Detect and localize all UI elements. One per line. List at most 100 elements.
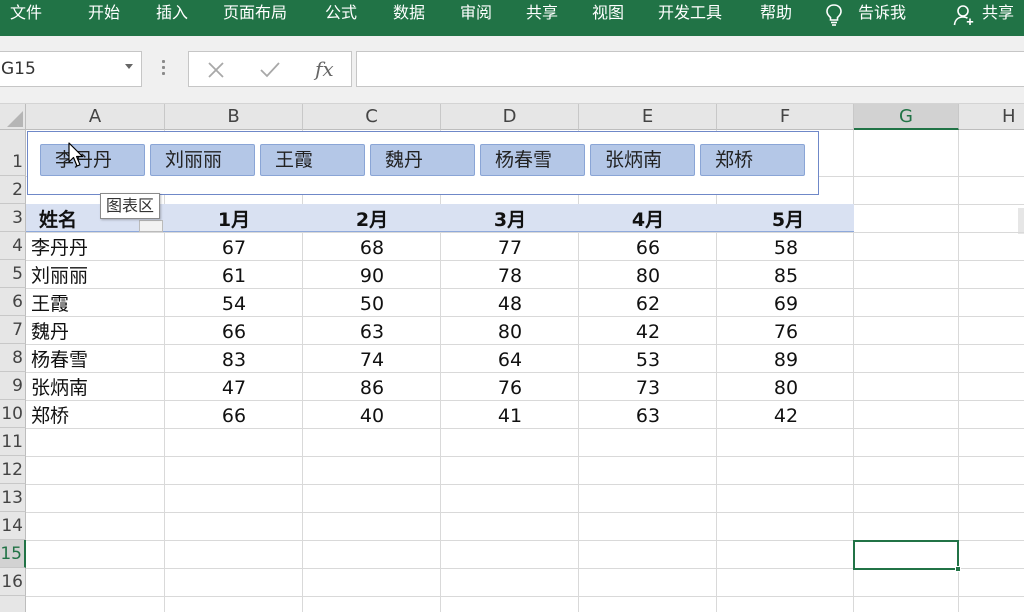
tab-insert[interactable]: 插入 bbox=[156, 0, 188, 28]
table-cell[interactable]: 41 bbox=[441, 402, 579, 430]
tell-me-search[interactable]: 告诉我 bbox=[858, 0, 906, 28]
table-header-may[interactable]: 5月 bbox=[717, 206, 859, 234]
tab-page-layout[interactable]: 页面布局 bbox=[223, 0, 287, 28]
active-cell-g15[interactable] bbox=[853, 540, 961, 572]
table-cell[interactable]: 86 bbox=[303, 374, 441, 402]
row-header-8[interactable]: 8 bbox=[0, 344, 26, 372]
slicer-item-zheng-qiao[interactable]: 郑桥 bbox=[700, 144, 805, 176]
tab-review[interactable]: 审阅 bbox=[460, 0, 492, 28]
column-header-f[interactable]: F bbox=[717, 104, 854, 130]
table-cell[interactable]: 42 bbox=[717, 402, 855, 430]
tab-data[interactable]: 数据 bbox=[393, 0, 425, 28]
table-cell-name[interactable]: 王霞 bbox=[31, 290, 69, 318]
row-header-16[interactable]: 16 bbox=[0, 568, 26, 596]
row-header-9[interactable]: 9 bbox=[0, 372, 26, 400]
table-cell[interactable]: 76 bbox=[717, 318, 855, 346]
table-cell-name[interactable]: 杨春雪 bbox=[31, 346, 88, 374]
table-cell[interactable]: 63 bbox=[579, 402, 717, 430]
name-box[interactable]: G15 bbox=[0, 51, 142, 87]
table-cell[interactable]: 67 bbox=[165, 234, 303, 262]
table-header-name[interactable]: 姓名 bbox=[36, 206, 80, 234]
row-header-15[interactable]: 15 bbox=[0, 540, 26, 568]
slicer-item-li-dandan[interactable]: 李丹丹 bbox=[40, 144, 145, 176]
table-cell[interactable]: 80 bbox=[579, 262, 717, 290]
table-cell[interactable]: 63 bbox=[303, 318, 441, 346]
row-header-3[interactable]: 3 bbox=[0, 204, 26, 232]
table-cell[interactable]: 47 bbox=[165, 374, 303, 402]
row-header-10[interactable]: 10 bbox=[0, 400, 26, 428]
table-cell[interactable]: 48 bbox=[441, 290, 579, 318]
table-cell[interactable]: 90 bbox=[303, 262, 441, 290]
table-cell[interactable]: 42 bbox=[579, 318, 717, 346]
tab-file[interactable]: 文件 bbox=[10, 0, 42, 28]
fx-icon[interactable]: fx bbox=[315, 57, 334, 81]
table-cell[interactable]: 54 bbox=[165, 290, 303, 318]
table-cell[interactable]: 85 bbox=[717, 262, 855, 290]
table-cell-name[interactable]: 郑桥 bbox=[31, 402, 69, 430]
table-cell[interactable]: 66 bbox=[579, 234, 717, 262]
column-header-c[interactable]: C bbox=[303, 104, 441, 130]
tab-view[interactable]: 视图 bbox=[592, 0, 624, 28]
table-cell[interactable]: 61 bbox=[165, 262, 303, 290]
table-cell[interactable]: 76 bbox=[441, 374, 579, 402]
slicer-item-wei-dan[interactable]: 魏丹 bbox=[370, 144, 475, 176]
row-header-1[interactable]: 1 bbox=[0, 148, 26, 176]
column-header-e[interactable]: E bbox=[579, 104, 717, 130]
table-cell[interactable]: 78 bbox=[441, 262, 579, 290]
tab-help[interactable]: 帮助 bbox=[760, 0, 792, 28]
slicer-item-wang-xia[interactable]: 王霞 bbox=[260, 144, 365, 176]
table-cell[interactable]: 73 bbox=[579, 374, 717, 402]
tab-formulas[interactable]: 公式 bbox=[325, 0, 357, 28]
table-cell[interactable]: 80 bbox=[717, 374, 855, 402]
table-cell-name[interactable]: 刘丽丽 bbox=[31, 262, 88, 290]
slicer-item-yang-chunxue[interactable]: 杨春雪 bbox=[480, 144, 585, 176]
row-header-12[interactable]: 12 bbox=[0, 456, 26, 484]
row-header-5[interactable]: 5 bbox=[0, 260, 26, 288]
table-cell-name[interactable]: 张炳南 bbox=[31, 374, 88, 402]
table-cell[interactable]: 80 bbox=[441, 318, 579, 346]
row-header-2[interactable]: 2 bbox=[0, 176, 26, 204]
table-header-jan[interactable]: 1月 bbox=[165, 206, 303, 234]
table-cell[interactable]: 89 bbox=[717, 346, 855, 374]
table-cell[interactable]: 50 bbox=[303, 290, 441, 318]
tab-home[interactable]: 开始 bbox=[88, 0, 120, 28]
tab-developer[interactable]: 开发工具 bbox=[658, 0, 722, 28]
table-cell[interactable]: 53 bbox=[579, 346, 717, 374]
name-slicer[interactable]: 李丹丹 刘丽丽 王霞 魏丹 杨春雪 张炳南 郑桥 bbox=[27, 131, 819, 195]
column-header-a[interactable]: A bbox=[26, 104, 165, 130]
chevron-down-icon[interactable] bbox=[125, 64, 133, 69]
table-cell[interactable]: 66 bbox=[165, 318, 303, 346]
table-cell[interactable]: 74 bbox=[303, 346, 441, 374]
slicer-item-zhang-bingnan[interactable]: 张炳南 bbox=[590, 144, 695, 176]
filter-dropdown-button[interactable] bbox=[139, 220, 163, 232]
lightbulb-icon[interactable] bbox=[824, 3, 844, 27]
column-header-g[interactable]: G bbox=[854, 104, 959, 130]
fill-handle[interactable] bbox=[955, 566, 961, 572]
table-header-feb[interactable]: 2月 bbox=[303, 206, 441, 234]
user-add-icon[interactable] bbox=[953, 4, 975, 26]
table-cell[interactable]: 64 bbox=[441, 346, 579, 374]
check-icon[interactable] bbox=[259, 61, 281, 79]
row-header-4[interactable]: 4 bbox=[0, 232, 26, 260]
table-cell[interactable]: 69 bbox=[717, 290, 855, 318]
worksheet-grid[interactable]: A B C D E F G H 1 2 3 4 5 6 7 8 9 10 11 … bbox=[0, 104, 1024, 612]
table-cell[interactable]: 66 bbox=[165, 402, 303, 430]
table-cell-name[interactable]: 魏丹 bbox=[31, 318, 69, 346]
formula-input[interactable] bbox=[356, 51, 1024, 87]
table-cell-name[interactable]: 李丹丹 bbox=[31, 234, 88, 262]
row-header-6[interactable]: 6 bbox=[0, 288, 26, 316]
row-header-7[interactable]: 7 bbox=[0, 316, 26, 344]
column-header-d[interactable]: D bbox=[441, 104, 579, 130]
table-header-mar[interactable]: 3月 bbox=[441, 206, 579, 234]
drag-handle-icon[interactable] bbox=[162, 58, 166, 80]
table-cell[interactable]: 68 bbox=[303, 234, 441, 262]
share-button[interactable]: 共享 bbox=[982, 0, 1014, 28]
row-header-11[interactable]: 11 bbox=[0, 428, 26, 456]
row-header-14[interactable]: 14 bbox=[0, 512, 26, 540]
column-header-b[interactable]: B bbox=[165, 104, 303, 130]
table-cell[interactable]: 77 bbox=[441, 234, 579, 262]
close-icon[interactable] bbox=[207, 61, 225, 79]
tab-share[interactable]: 共享 bbox=[526, 0, 558, 28]
row-header-13[interactable]: 13 bbox=[0, 484, 26, 512]
table-cell[interactable]: 58 bbox=[717, 234, 855, 262]
